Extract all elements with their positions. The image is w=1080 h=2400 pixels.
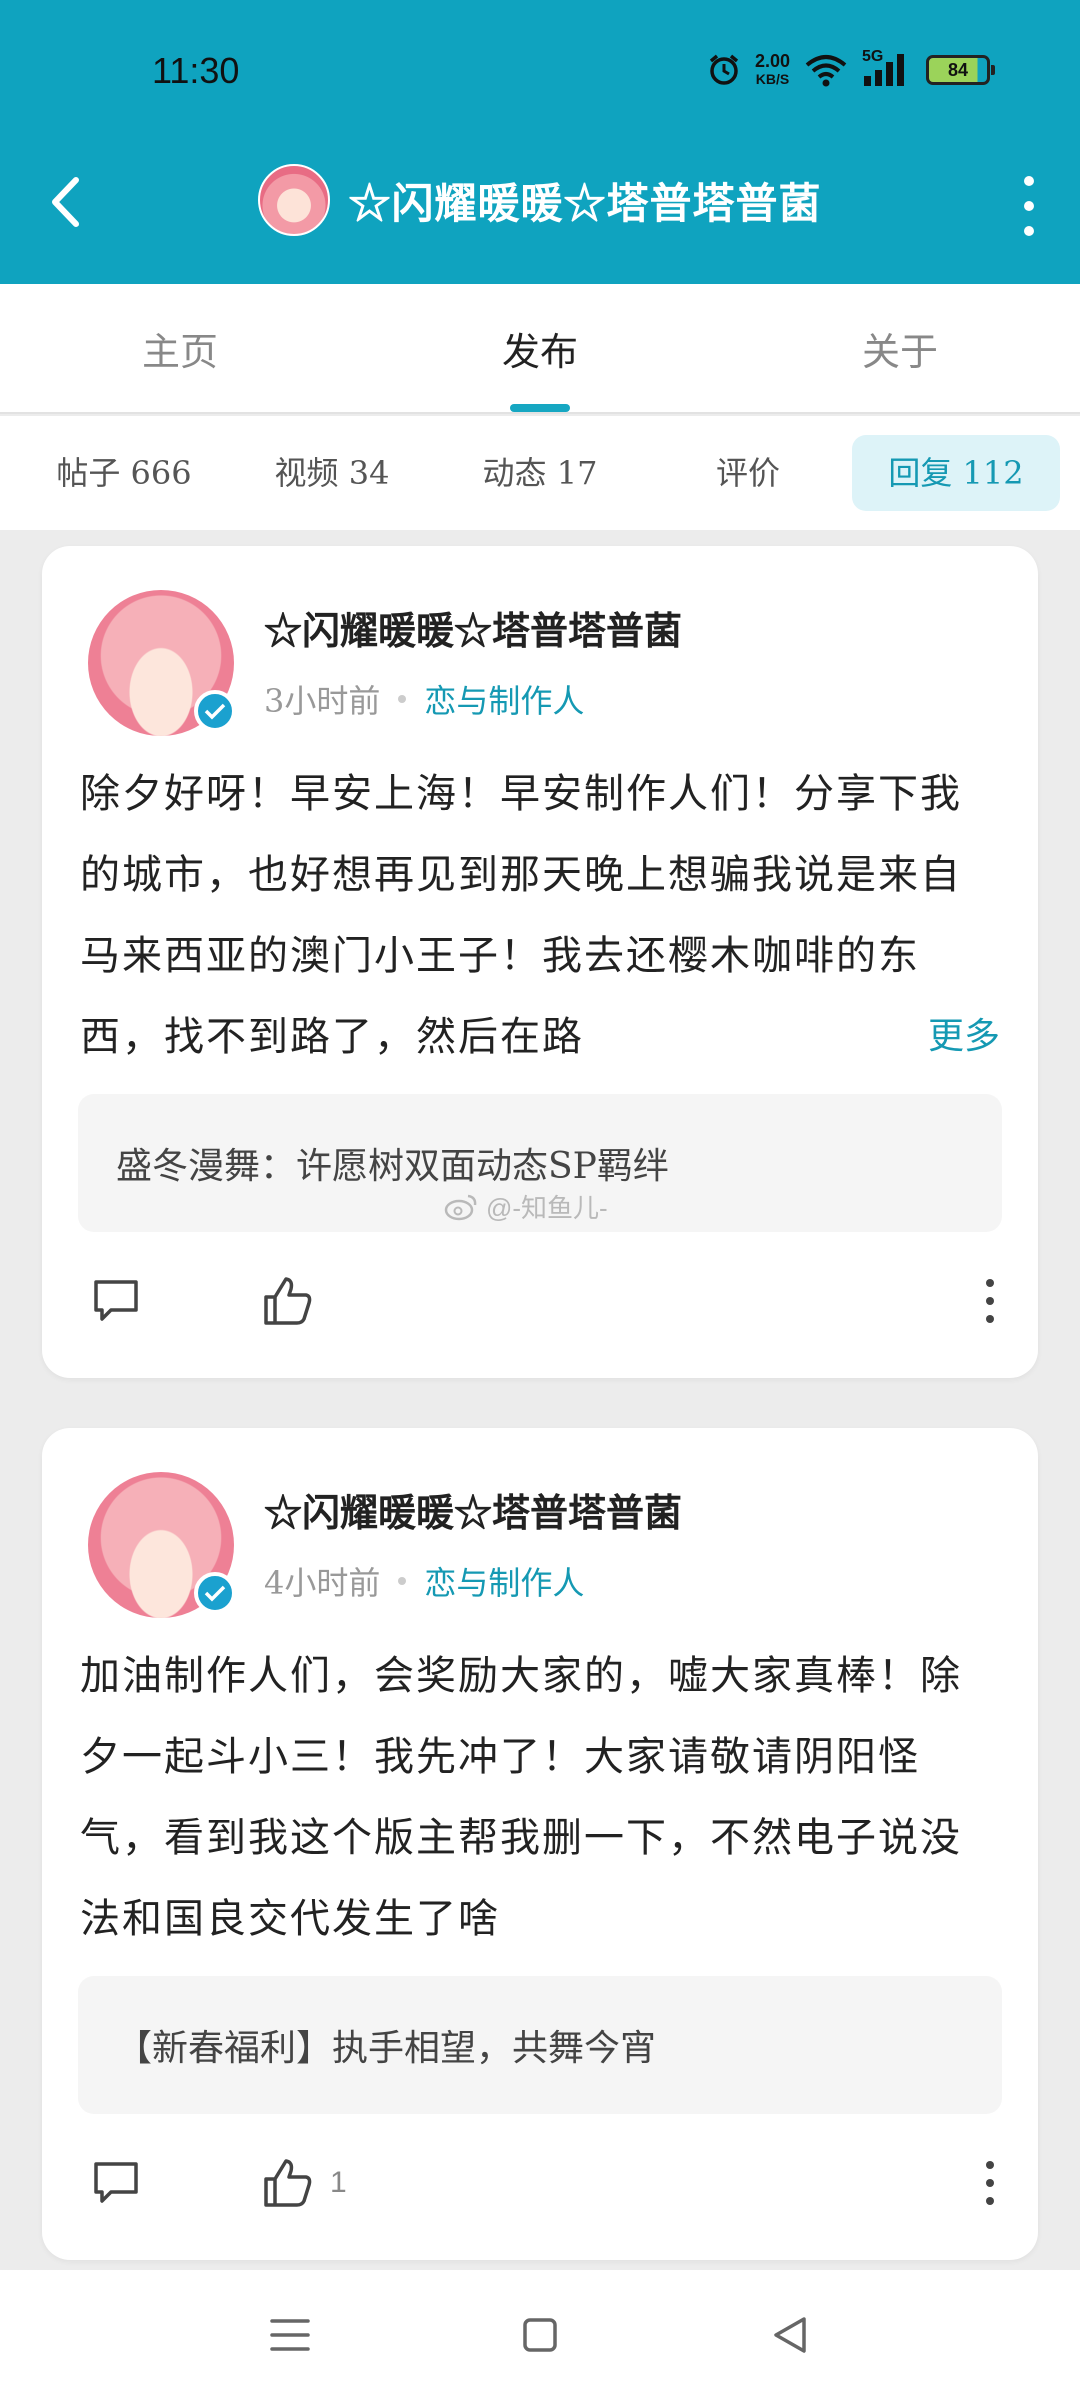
verified-icon — [194, 690, 236, 732]
menu-icon[interactable] — [265, 2310, 315, 2360]
content-subtabs: 帖子 666 视频 34 动态 17 评价 回复 112 — [0, 416, 1080, 530]
signal-icon: 5G — [862, 48, 912, 88]
thumbs-up-icon — [264, 2159, 312, 2207]
avatar[interactable] — [88, 1472, 236, 1618]
like-button[interactable]: 1 — [262, 2155, 347, 2211]
battery-level: 84 — [947, 59, 969, 80]
tab-publish-label: 发布 — [501, 329, 578, 374]
watermark: @-知鱼儿- — [444, 1188, 608, 1225]
appbar-avatar[interactable] — [258, 164, 331, 236]
quoted-post[interactable]: 【新春福利】执手相望，共舞今宵 — [78, 1976, 1002, 2114]
subtab-moments[interactable]: 动态 17 — [436, 435, 644, 511]
post-body[interactable]: 加油制作人们，会奖励大家的，嘘大家真棒！除夕一起斗小三！我先冲了！大家请敬请阴阳… — [80, 1636, 1000, 1960]
post-card[interactable]: ☆闪耀暖暖☆塔普塔普菌 3小时前 恋与制作人 除夕好呀！早安上海！早安制作人们！… — [42, 546, 1038, 1378]
status-time: 11:30 — [152, 50, 240, 91]
post-topic-link[interactable]: 恋与制作人 — [424, 676, 584, 722]
subtab-reviews[interactable]: 评价 — [644, 435, 852, 511]
app-bar: ☆闪耀暖暖☆塔普塔普菌 — [0, 140, 1080, 284]
more-vertical-icon[interactable] — [980, 2161, 1000, 2205]
subtab-replies[interactable]: 回复 112 — [852, 435, 1060, 511]
more-vertical-icon[interactable] — [980, 1279, 1000, 1323]
tab-publish[interactable]: 发布 — [360, 284, 720, 412]
tab-active-indicator — [510, 404, 570, 412]
page-title: ☆闪耀暖暖☆塔普塔普菌 — [348, 178, 822, 228]
net-speed-unit: KB/S — [755, 71, 790, 87]
post-meta: 4小时前 恋与制作人 — [264, 1558, 584, 1604]
post-card[interactable]: ☆闪耀暖暖☆塔普塔普菌 4小时前 恋与制作人 加油制作人们，会奖励大家的，嘘大家… — [42, 1428, 1038, 2260]
post-actions: 1 — [88, 2148, 1000, 2218]
author-name[interactable]: ☆闪耀暖暖☆塔普塔普菌 — [264, 600, 682, 655]
system-nav-bar — [0, 2270, 1080, 2400]
quoted-post-title: 【新春福利】执手相望，共舞今宵 — [116, 2028, 657, 2069]
status-bar: 11:30 2.00 KB/S 5G 84 — [0, 0, 1080, 140]
battery-icon: 84 — [926, 55, 995, 85]
post-time: 4小时前 — [264, 1564, 381, 1602]
meta-separator — [398, 1577, 407, 1585]
appbar-title-group: ☆闪耀暖暖☆塔普塔普菌 — [0, 160, 1080, 240]
post-time: 3小时前 — [264, 682, 381, 720]
like-button[interactable] — [262, 1273, 330, 1329]
profile-tabs: 主页 发布 关于 — [0, 284, 1080, 414]
header: 11:30 2.00 KB/S 5G 84 ☆闪耀暖暖☆塔普塔普菌 — [0, 0, 1080, 284]
weibo-icon — [444, 1194, 477, 1220]
watermark-text: @-知鱼儿- — [486, 1193, 608, 1223]
tab-about-label: 关于 — [861, 329, 938, 374]
post-topic-link[interactable]: 恋与制作人 — [424, 1558, 584, 1604]
home-square-icon[interactable] — [515, 2310, 565, 2360]
meta-separator — [398, 695, 407, 703]
post-body[interactable]: 除夕好呀！早安上海！早安制作人们！分享下我的城市，也好想再见到那天晚上想骗我说是… — [80, 754, 1000, 1078]
like-count: 1 — [330, 2166, 347, 2199]
net-speed: 2.00 KB/S — [755, 52, 790, 88]
expand-more-link[interactable]: 更多 — [883, 996, 1000, 1077]
post-meta: 3小时前 恋与制作人 — [264, 676, 584, 722]
thumbs-up-icon — [264, 1277, 312, 1325]
subtab-videos[interactable]: 视频 34 — [228, 435, 436, 511]
tab-home[interactable]: 主页 — [0, 284, 360, 412]
tab-about[interactable]: 关于 — [720, 284, 1080, 412]
alarm-icon — [709, 54, 739, 85]
avatar[interactable] — [88, 590, 236, 736]
author-name[interactable]: ☆闪耀暖暖☆塔普塔普菌 — [264, 1482, 682, 1537]
status-icons: 2.00 KB/S 5G 84 — [707, 48, 995, 92]
comment-icon[interactable] — [88, 2155, 144, 2211]
subtab-posts[interactable]: 帖子 666 — [20, 435, 228, 511]
quoted-post-title: 盛冬漫舞：许愿树双面动态SP羁绊 — [116, 1146, 669, 1187]
net-speed-value: 2.00 — [754, 51, 790, 71]
post-actions — [88, 1266, 1000, 1336]
more-vertical-icon[interactable] — [1014, 176, 1044, 236]
comment-icon[interactable] — [88, 1273, 144, 1329]
back-triangle-icon[interactable] — [765, 2310, 815, 2360]
verified-icon — [194, 1572, 236, 1614]
tab-home-label: 主页 — [141, 329, 218, 374]
wifi-icon — [805, 55, 847, 87]
